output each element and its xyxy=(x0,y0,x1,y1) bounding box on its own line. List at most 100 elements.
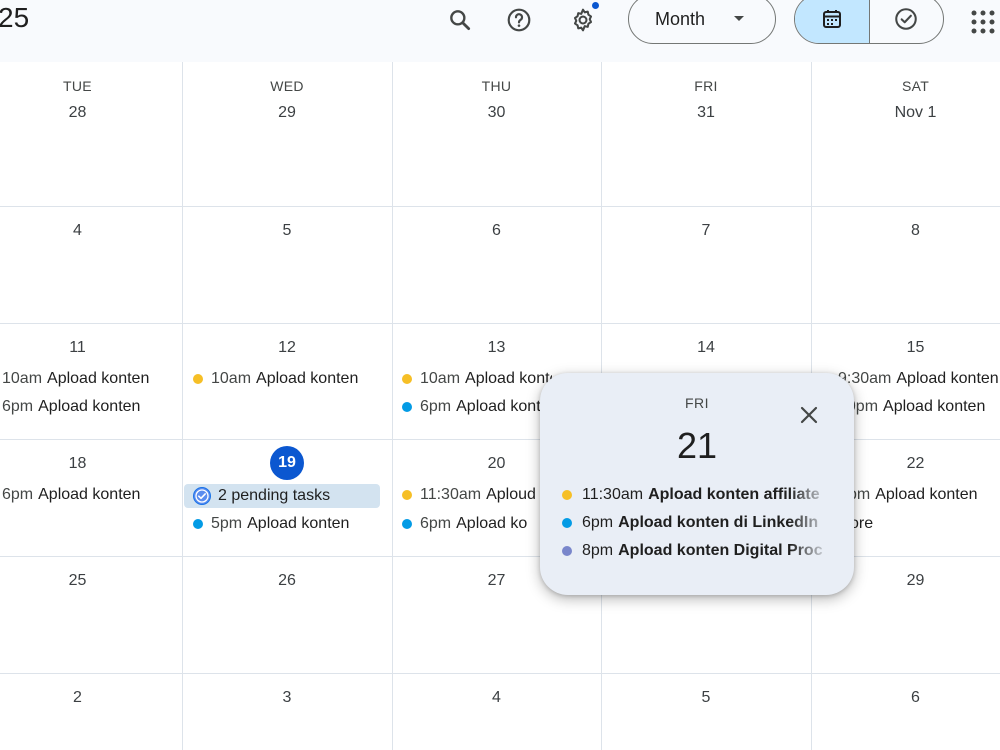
day-cell[interactable]: 5 xyxy=(601,673,811,750)
day-cell[interactable]: 4 xyxy=(0,206,182,323)
event-chip[interactable]: 30pm Apload konten xyxy=(838,395,1000,419)
event-time: 10am xyxy=(2,370,43,387)
event-time: 11:30am xyxy=(420,486,482,503)
view-select-button[interactable]: Month xyxy=(628,0,776,44)
event-time: 10am xyxy=(420,370,461,387)
day-cell[interactable]: Nov 1 xyxy=(811,62,1000,206)
event-chip[interactable]: 6pm Apload konten xyxy=(2,483,162,507)
help-button[interactable] xyxy=(501,2,537,38)
day-number[interactable]: 13 xyxy=(392,339,601,357)
more-events-link[interactable]: ore xyxy=(850,512,910,536)
day-number[interactable]: 15 xyxy=(811,339,1000,357)
event-color-dot xyxy=(402,490,412,500)
day-number[interactable]: 28 xyxy=(0,104,182,122)
event-chip[interactable]: 10amApload konten xyxy=(2,367,162,391)
pending-tasks-label: 2 pending tasks xyxy=(218,487,331,504)
help-icon xyxy=(507,8,531,32)
day-cell[interactable]: 31 xyxy=(601,62,811,206)
day-number[interactable]: 5 xyxy=(182,222,392,240)
event-title: Apload konten xyxy=(247,515,350,532)
day-number[interactable]: 18 xyxy=(0,455,182,473)
day-number[interactable]: 4 xyxy=(0,222,182,240)
day-cell[interactable]: 4 xyxy=(392,673,601,750)
day-cell[interactable]: 26 xyxy=(182,556,392,673)
search-icon xyxy=(450,10,471,31)
day-number[interactable]: 7 xyxy=(601,222,811,240)
event-title: Apload konten xyxy=(875,486,978,503)
settings-icon xyxy=(573,8,593,32)
popup-event-item[interactable]: 6pm Apload konten di LinkedIn xyxy=(562,511,830,535)
notification-dot xyxy=(592,2,599,9)
day-number[interactable]: 26 xyxy=(182,572,392,590)
day-number[interactable]: 31 xyxy=(601,104,811,122)
popup-event-item[interactable]: 8pm Apload konten Digital Proc xyxy=(562,539,830,563)
event-title: Aploud xyxy=(486,486,536,503)
event-time: 6pm xyxy=(2,398,34,415)
day-number[interactable]: 6 xyxy=(811,689,1000,707)
day-number[interactable]: 11 xyxy=(0,339,182,357)
day-number[interactable]: 4 xyxy=(392,689,601,707)
event-title: Apload konten xyxy=(465,370,552,387)
day-cell[interactable]: 5 xyxy=(182,206,392,323)
day-number[interactable]: 3 xyxy=(182,689,392,707)
event-chip[interactable]: pm Apload konten xyxy=(848,483,1000,507)
day-cell[interactable]: 30 xyxy=(392,62,601,206)
event-color-dot xyxy=(562,490,572,500)
day-number[interactable]: 2 xyxy=(0,689,182,707)
event-time: 11:30am xyxy=(582,486,644,503)
task-check-icon xyxy=(193,487,211,505)
event-title: Apload konten xyxy=(38,486,141,503)
search-button[interactable] xyxy=(442,2,478,38)
day-cell[interactable]: 3 xyxy=(182,673,392,750)
settings-button[interactable] xyxy=(565,2,601,38)
day-number[interactable]: 12 xyxy=(182,339,392,357)
event-chip[interactable]: 6pm Apload konten xyxy=(2,395,162,419)
day-number[interactable]: 30 xyxy=(392,104,601,122)
day-cell[interactable]: 6 xyxy=(392,206,601,323)
day-cell[interactable]: 28 xyxy=(0,62,182,206)
event-chip[interactable]: 10amApload konten xyxy=(193,367,373,391)
event-time: 6pm xyxy=(420,398,452,415)
event-color-dot xyxy=(402,402,412,412)
event-chip[interactable]: 6pm Apload ko xyxy=(402,512,552,536)
tasks-view-toggle[interactable] xyxy=(868,0,944,43)
event-title: Apload konten xyxy=(256,370,359,387)
today-day-number[interactable]: 19 xyxy=(270,446,304,480)
app-toggle-group xyxy=(794,0,944,44)
day-number[interactable]: 14 xyxy=(601,339,811,357)
day-cell[interactable]: 2 xyxy=(0,673,182,750)
event-chip[interactable]: 10amApload konten xyxy=(402,367,552,391)
day-cell[interactable]: 7 xyxy=(601,206,811,323)
day-number[interactable]: 25 xyxy=(0,572,182,590)
event-time: 6pm xyxy=(420,515,452,532)
pending-tasks-chip[interactable]: 2 pending tasks xyxy=(184,484,380,508)
day-number[interactable]: 8 xyxy=(811,222,1000,240)
event-chip[interactable]: 6pm Apload konten xyxy=(402,395,552,419)
popup-day-number[interactable]: 21 xyxy=(540,425,854,467)
day-events-popup: FRI 21 11:30am Apload konten affiliate 6… xyxy=(540,373,854,595)
event-color-dot xyxy=(193,374,203,384)
apps-grid-icon[interactable] xyxy=(968,4,998,34)
day-cell[interactable]: 25 xyxy=(0,556,182,673)
day-cell[interactable]: 6 xyxy=(811,673,1000,750)
day-cell[interactable]: 29 xyxy=(182,62,392,206)
event-title: Apload konten xyxy=(883,398,986,415)
day-number[interactable]: 29 xyxy=(182,104,392,122)
day-number[interactable]: 6 xyxy=(392,222,601,240)
calendar-view-toggle[interactable] xyxy=(795,0,869,43)
event-title: Apload konten xyxy=(47,370,150,387)
popup-event-item[interactable]: 11:30am Apload konten affiliate xyxy=(562,483,830,507)
event-color-dot xyxy=(402,519,412,529)
event-chip[interactable]: 5pm Apload konten xyxy=(193,512,373,536)
date-range-title: 25 xyxy=(0,2,30,33)
day-cell[interactable]: 8 xyxy=(811,206,1000,323)
event-color-dot xyxy=(562,546,572,556)
event-title: Apload konten xyxy=(896,370,999,387)
event-chip[interactable]: 11:30am Aploud xyxy=(402,483,552,507)
close-icon[interactable] xyxy=(795,401,823,429)
tasks-icon xyxy=(895,8,918,30)
day-number[interactable]: 5 xyxy=(601,689,811,707)
day-number[interactable]: Nov 1 xyxy=(811,104,1000,122)
event-time: 8pm xyxy=(582,542,614,559)
event-time: 6pm xyxy=(582,514,614,531)
